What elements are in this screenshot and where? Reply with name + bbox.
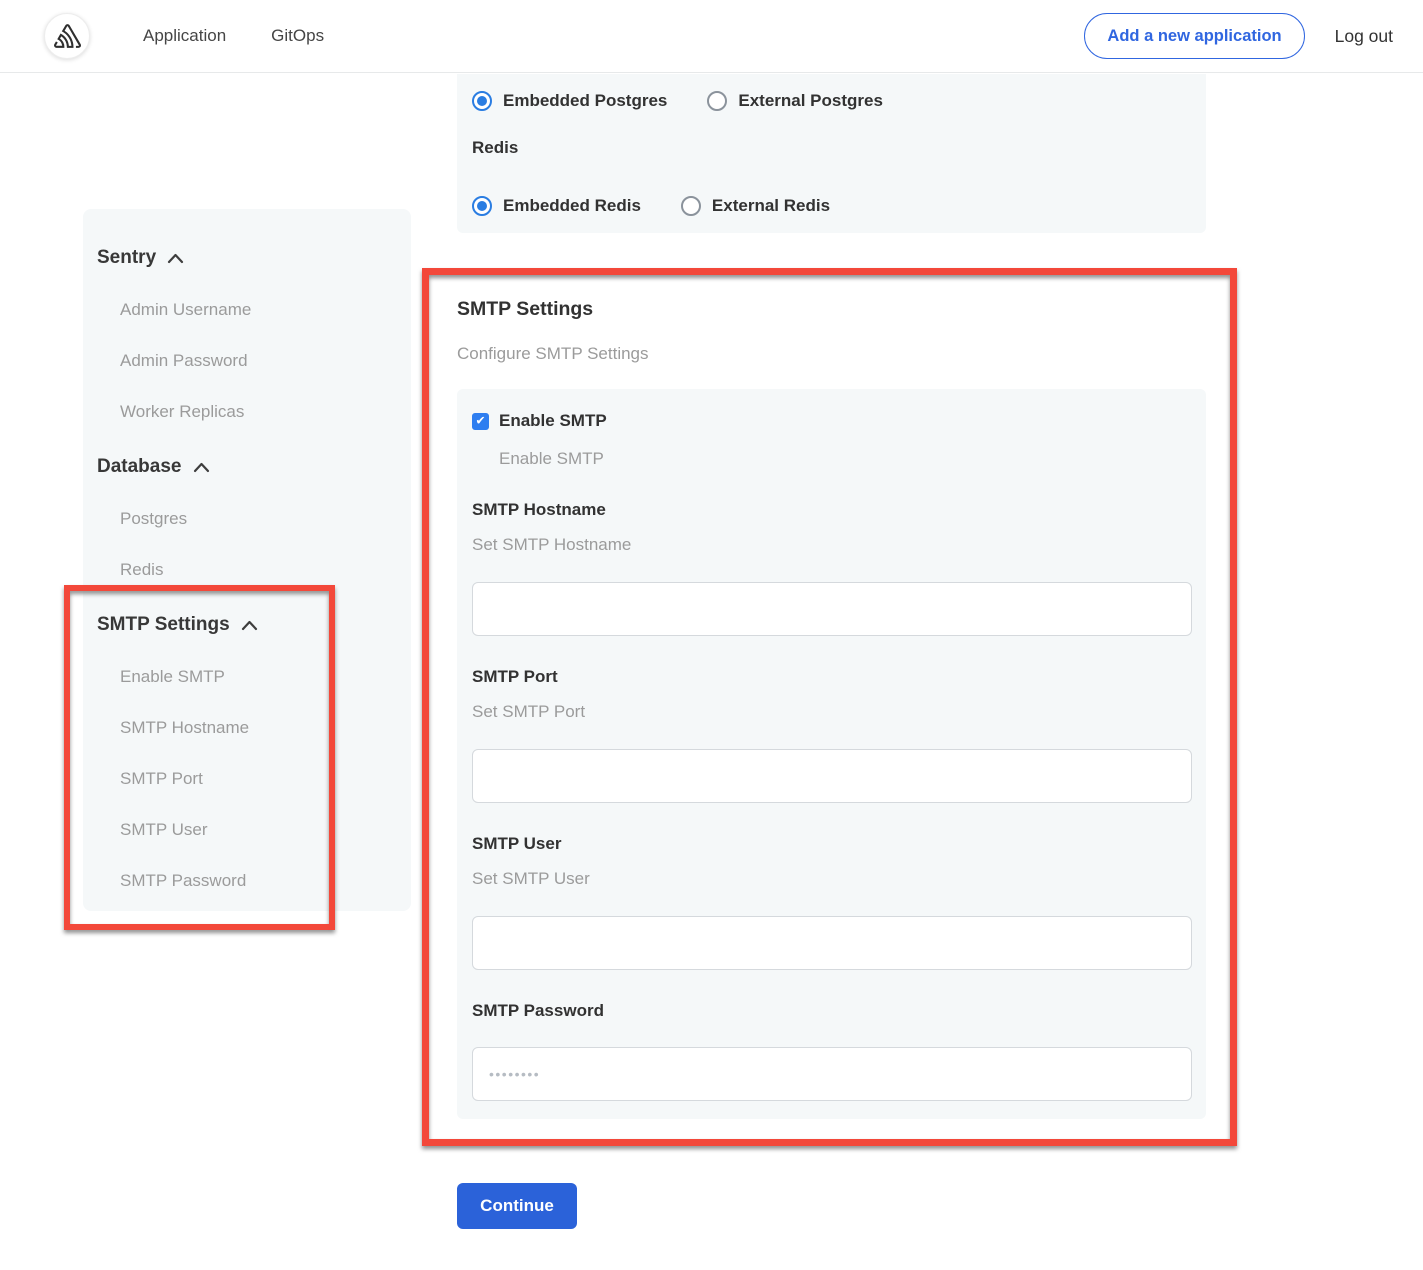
smtp-port-help-text: Set SMTP Port (472, 702, 1192, 722)
app-screen: Application GitOps Add a new application… (0, 0, 1423, 1270)
sidebar-item-smtp-hostname[interactable]: SMTP Hostname (120, 718, 401, 738)
smtp-user-input[interactable] (472, 916, 1192, 970)
sidebar-item-smtp-user[interactable]: SMTP User (120, 820, 401, 840)
sidebar-item-admin-username[interactable]: Admin Username (120, 300, 401, 320)
smtp-settings-section: SMTP Settings Configure SMTP Settings En… (423, 268, 1238, 1119)
chevron-up-icon (241, 620, 258, 631)
smtp-password-label: SMTP Password (472, 1001, 1192, 1021)
sidebar-item-admin-password[interactable]: Admin Password (120, 351, 401, 371)
sidebar-item-postgres[interactable]: Postgres (120, 509, 401, 529)
smtp-user-help-text: Set SMTP User (472, 869, 1192, 889)
radio-embedded-postgres[interactable]: Embedded Postgres (472, 91, 667, 111)
sidebar-item-smtp-port[interactable]: SMTP Port (120, 769, 401, 789)
sidebar-group-database[interactable]: Database (97, 456, 401, 478)
smtp-password-input[interactable] (472, 1047, 1192, 1101)
radio-label: Embedded Postgres (503, 91, 667, 111)
radio-embedded-redis[interactable]: Embedded Redis (472, 196, 641, 216)
sidebar-item-redis[interactable]: Redis (120, 560, 401, 580)
config-sidebar: Sentry Admin Username Admin Password Wor… (83, 209, 411, 911)
header-actions: Add a new application Log out (1084, 13, 1393, 59)
top-nav-bar: Application GitOps Add a new application… (0, 0, 1423, 73)
database-config-panel: Embedded Postgres External Postgres Redi… (457, 74, 1206, 233)
sidebar-group-sentry[interactable]: Sentry (97, 247, 401, 269)
nav-tab-gitops[interactable]: GitOps (271, 26, 324, 46)
postgres-radio-group: Embedded Postgres External Postgres (472, 91, 1206, 111)
smtp-port-input[interactable] (472, 749, 1192, 803)
sidebar-group-smtp-settings[interactable]: SMTP Settings (97, 614, 401, 636)
sidebar-item-enable-smtp[interactable]: Enable SMTP (120, 667, 401, 687)
smtp-hostname-input[interactable] (472, 582, 1192, 636)
logout-link[interactable]: Log out (1335, 26, 1393, 47)
radio-label: External Redis (712, 196, 830, 216)
radio-label: Embedded Redis (503, 196, 641, 216)
smtp-hostname-help-text: Set SMTP Hostname (472, 535, 1192, 555)
app-logo[interactable] (44, 13, 90, 59)
smtp-user-field-group: SMTP User Set SMTP User (472, 834, 1192, 970)
radio-selected-icon[interactable] (472, 196, 492, 216)
continue-button[interactable]: Continue (457, 1183, 577, 1229)
chevron-up-icon (193, 462, 210, 473)
radio-unselected-icon[interactable] (681, 196, 701, 216)
redis-radio-group: Embedded Redis External Redis (472, 196, 1206, 216)
sidebar-item-smtp-password[interactable]: SMTP Password (120, 871, 401, 891)
enable-smtp-label: Enable SMTP (499, 411, 607, 431)
sidebar-group-title-label: Sentry (97, 247, 156, 269)
chevron-up-icon (167, 253, 184, 264)
radio-external-redis[interactable]: External Redis (681, 196, 830, 216)
nav-tab-application[interactable]: Application (143, 26, 226, 46)
sidebar-group-title-label: Database (97, 456, 182, 478)
enable-smtp-help-text: Enable SMTP (499, 449, 1192, 469)
smtp-section-subtitle: Configure SMTP Settings (457, 344, 1238, 364)
smtp-section-title: SMTP Settings (457, 298, 1238, 321)
smtp-port-field-group: SMTP Port Set SMTP Port (472, 667, 1192, 803)
radio-unselected-icon[interactable] (707, 91, 727, 111)
add-new-application-button[interactable]: Add a new application (1084, 13, 1304, 59)
radio-label: External Postgres (738, 91, 883, 111)
smtp-form-panel: Enable SMTP Enable SMTP SMTP Hostname Se… (457, 389, 1206, 1119)
smtp-port-label: SMTP Port (472, 667, 1192, 687)
smtp-password-field-group: SMTP Password (472, 1001, 1192, 1101)
sidebar-item-worker-replicas[interactable]: Worker Replicas (120, 402, 401, 422)
enable-smtp-checkbox-row[interactable]: Enable SMTP (472, 411, 1192, 431)
sentry-logo-icon (54, 24, 81, 48)
radio-selected-icon[interactable] (472, 91, 492, 111)
sidebar-group-title-label: SMTP Settings (97, 614, 230, 636)
redis-group-label: Redis (472, 138, 1206, 158)
enable-smtp-checkbox[interactable] (472, 413, 489, 430)
smtp-user-label: SMTP User (472, 834, 1192, 854)
radio-external-postgres[interactable]: External Postgres (707, 91, 883, 111)
smtp-hostname-label: SMTP Hostname (472, 500, 1192, 520)
smtp-hostname-field-group: SMTP Hostname Set SMTP Hostname (472, 500, 1192, 636)
